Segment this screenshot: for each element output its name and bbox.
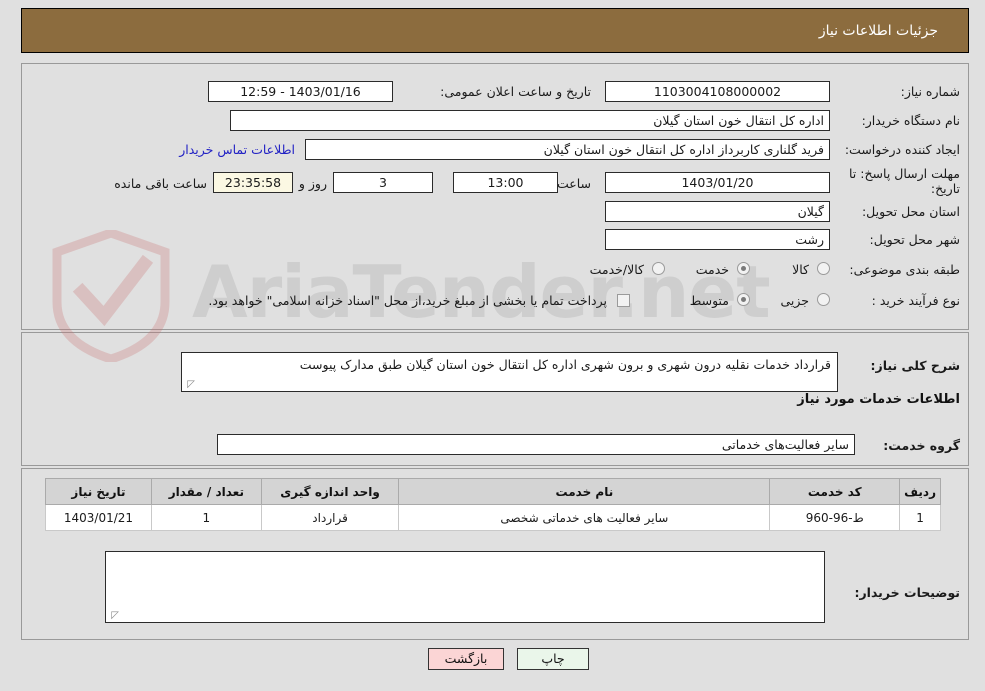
buyer-org-label: نام دستگاه خریدار: xyxy=(861,113,960,128)
table-header-row: ردیف کد خدمت نام خدمت واحد اندازه گیری ت… xyxy=(45,478,941,505)
days-remaining-field[interactable]: 3 xyxy=(333,172,433,193)
radio-process-jozei[interactable] xyxy=(817,293,830,306)
resize-grip-icon-2[interactable]: ◸ xyxy=(109,611,119,621)
public-announce-label: تاریخ و ساعت اعلان عمومی: xyxy=(440,84,591,99)
islamic-treasury-label: پرداخت تمام یا بخشی از مبلغ خرید،از محل … xyxy=(208,293,607,308)
radio-classification-khedmat[interactable] xyxy=(737,262,750,275)
page-title: جزئیات اطلاعات نیاز xyxy=(21,8,969,53)
th-name: نام خدمت xyxy=(398,478,771,505)
cell-unit: قرارداد xyxy=(260,504,400,531)
buyer-notes-label: توضیحات خریدار: xyxy=(854,585,960,600)
radio-process-jozei-label: جزیی xyxy=(780,293,809,308)
hour-label: ساعت xyxy=(556,176,591,191)
print-button[interactable]: چاپ xyxy=(517,648,589,670)
requester-field[interactable]: فرید گلناری کاربرداز اداره کل انتقال خون… xyxy=(305,139,830,160)
classification-label: طبقه بندی موضوعی: xyxy=(849,262,960,277)
service-group-field[interactable]: سایر فعالیت‌های خدماتی xyxy=(217,434,855,455)
public-announce-field[interactable]: 1403/01/16 - 12:59 xyxy=(208,81,393,102)
service-group-label: گروه خدمت: xyxy=(883,438,960,453)
countdown-field: 23:35:58 xyxy=(213,172,293,193)
purchase-process-label: نوع فرآیند خرید : xyxy=(871,293,960,308)
back-button[interactable]: بازگشت xyxy=(428,648,504,670)
deadline-date-field[interactable]: 1403/01/20 xyxy=(605,172,830,193)
city-field[interactable]: رشت xyxy=(605,229,830,250)
page-title-text: جزئیات اطلاعات نیاز xyxy=(818,22,938,39)
days-suffix-label: روز و xyxy=(298,176,327,191)
radio-classification-khedmat-label: خدمت xyxy=(695,262,729,277)
need-number-field[interactable]: 1103004108000002 xyxy=(605,81,830,102)
deadline-label: مهلت ارسال پاسخ: تا تاریخ: xyxy=(849,166,960,196)
th-row: ردیف xyxy=(899,478,941,505)
cell-date: 1403/01/21 xyxy=(45,504,152,531)
buyer-notes-textarea[interactable]: ◸ xyxy=(105,551,825,623)
general-desc-label: شرح کلی نیاز: xyxy=(870,358,960,373)
need-number-label: شماره نیاز: xyxy=(900,84,960,99)
radio-classification-kala[interactable] xyxy=(817,262,830,275)
need-info-panel xyxy=(21,63,969,330)
hour-field[interactable]: 13:00 xyxy=(453,172,558,193)
services-table: ردیف کد خدمت نام خدمت واحد اندازه گیری ت… xyxy=(45,478,941,531)
cell-qty: 1 xyxy=(150,504,262,531)
th-unit: واحد اندازه گیری xyxy=(260,478,400,505)
services-section-heading: اطلاعات خدمات مورد نیاز xyxy=(797,392,960,407)
table-row: 1 ط-96-960 سایر فعالیت های خدماتی شخصی ق… xyxy=(45,504,941,531)
general-desc-textarea[interactable]: قرارداد خدمات نقلیه درون شهری و برون شهر… xyxy=(181,352,838,392)
radio-process-motavasset[interactable] xyxy=(737,293,750,306)
province-field[interactable]: گیلان xyxy=(605,201,830,222)
islamic-treasury-checkbox[interactable] xyxy=(617,294,630,307)
th-date: تاریخ نیاز xyxy=(45,478,152,505)
requester-label: ایجاد کننده درخواست: xyxy=(844,142,960,157)
th-qty: تعداد / مقدار xyxy=(150,478,262,505)
cell-code: ط-96-960 xyxy=(769,504,901,531)
radio-classification-kala-khedmat-label: کالا/خدمت xyxy=(589,262,644,277)
buyer-org-field[interactable]: اداره کل انتقال خون استان گیلان xyxy=(230,110,830,131)
resize-grip-icon[interactable]: ◸ xyxy=(185,380,195,390)
province-label: استان محل تحویل: xyxy=(861,204,960,219)
radio-classification-kala-khedmat[interactable] xyxy=(652,262,665,275)
radio-process-motavasset-label: متوسط xyxy=(689,293,729,308)
city-label: شهر محل تحویل: xyxy=(869,232,960,247)
general-desc-value: قرارداد خدمات نقلیه درون شهری و برون شهر… xyxy=(299,357,831,372)
countdown-suffix-label: ساعت باقی مانده xyxy=(114,176,207,191)
cell-row: 1 xyxy=(899,504,941,531)
buyer-contact-link[interactable]: اطلاعات تماس خریدار xyxy=(179,142,295,157)
th-code: کد خدمت xyxy=(769,478,901,505)
cell-name: سایر فعالیت های خدماتی شخصی xyxy=(398,504,771,531)
radio-classification-kala-label: کالا xyxy=(792,262,809,277)
